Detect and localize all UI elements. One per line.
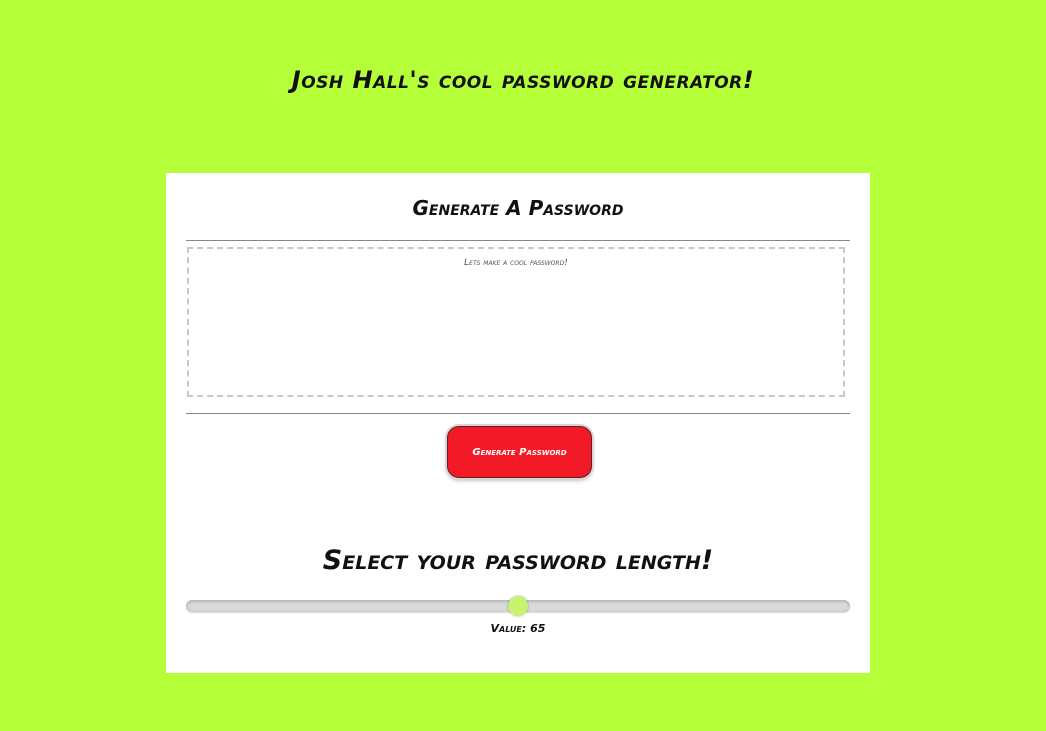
value-label: Value: xyxy=(490,622,527,635)
password-placeholder: Lets make a cool password! xyxy=(464,258,568,268)
password-textarea[interactable]: Lets make a cool password! xyxy=(187,247,845,397)
password-card: Generate A Password Lets make a cool pas… xyxy=(166,173,870,673)
card-body: Lets make a cool password! xyxy=(186,241,850,414)
page-title: Josh Hall's cool password generator! xyxy=(291,66,755,94)
card-header: Generate A Password xyxy=(186,173,850,241)
value-readout: Value: 65 xyxy=(166,622,870,635)
value-number: 65 xyxy=(530,622,546,635)
card-title: Generate A Password xyxy=(412,196,624,220)
password-length-slider[interactable] xyxy=(186,596,850,616)
slider-thumb[interactable] xyxy=(508,596,528,616)
generate-password-button[interactable]: Generate Password xyxy=(447,426,592,478)
length-title: Select your password length! xyxy=(322,545,714,576)
